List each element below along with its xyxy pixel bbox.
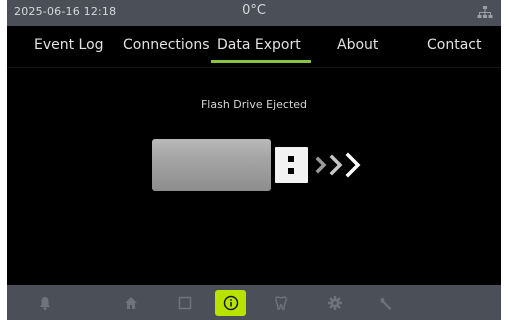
- usb-drive-body: [152, 139, 271, 191]
- device-screen: 2025-06-16 12:18 0°C Event Log Connectio…: [7, 0, 501, 320]
- square-icon: [178, 296, 192, 310]
- nav-tooth-button[interactable]: [269, 291, 293, 315]
- nav-square-button[interactable]: [173, 291, 197, 315]
- status-bar: 2025-06-16 12:18 0°C: [7, 0, 501, 26]
- flash-drive-status: Flash Drive Ejected: [200, 98, 308, 111]
- usb-connector: [275, 147, 308, 183]
- bell-icon: [40, 297, 50, 310]
- nav-bell-button[interactable]: [33, 291, 57, 315]
- eject-arrows-icon: [315, 152, 361, 178]
- tab-about[interactable]: About: [337, 37, 378, 53]
- tab-divider: [7, 67, 501, 68]
- tab-connections[interactable]: Connections: [123, 37, 210, 53]
- nav-settings-button[interactable]: [323, 291, 347, 315]
- info-icon: [223, 295, 239, 311]
- active-tab-indicator: [211, 60, 311, 63]
- bottom-nav-bar: [7, 285, 501, 320]
- tab-bar: Event Log Connections Data Export About …: [7, 26, 501, 66]
- tab-event-log[interactable]: Event Log: [34, 37, 104, 53]
- nav-home-button[interactable]: [119, 291, 143, 315]
- nav-service-button[interactable]: [374, 291, 398, 315]
- tab-contact[interactable]: Contact: [427, 37, 481, 53]
- wrench-icon: [380, 297, 392, 310]
- temperature-text: 0°C: [242, 3, 266, 18]
- tooth-icon: [275, 296, 287, 310]
- nav-info-button[interactable]: [215, 290, 246, 316]
- network-icon: [477, 6, 493, 18]
- gear-icon: [328, 296, 342, 310]
- tab-data-export[interactable]: Data Export: [217, 37, 301, 53]
- home-icon: [125, 297, 137, 309]
